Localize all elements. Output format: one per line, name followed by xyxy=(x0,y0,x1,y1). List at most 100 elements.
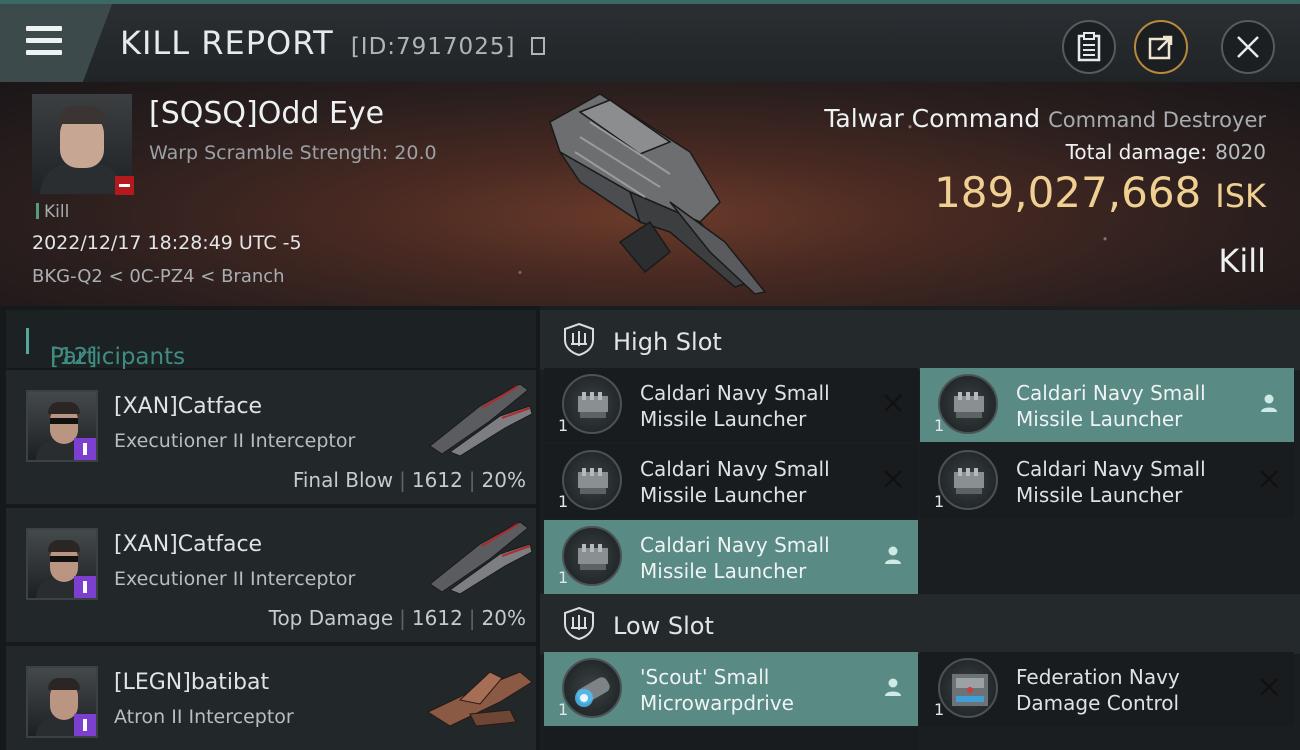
clipboard-icon xyxy=(1077,32,1101,62)
participants-count: [12] xyxy=(50,344,98,370)
participant-ship-image xyxy=(426,671,533,727)
participants-panel: Participants [12] [XAN]Catface Execution… xyxy=(0,306,540,750)
module-quantity: 1 xyxy=(934,416,945,435)
hostile-status-icon xyxy=(115,176,134,195)
close-icon xyxy=(1237,36,1259,58)
dropped-person-icon xyxy=(885,678,901,696)
missile-launcher-icon xyxy=(562,526,622,586)
module-quantity: 1 xyxy=(558,700,569,719)
high-slot-label: High Slot xyxy=(613,328,722,356)
missile-launcher-icon xyxy=(562,450,622,510)
participant-ship-image xyxy=(429,521,533,595)
clipboard-button[interactable] xyxy=(1062,20,1116,74)
victim-name[interactable]: [SQSQ]Odd Eye xyxy=(149,96,384,131)
isk-amount: 189,027,668 xyxy=(934,168,1202,217)
title-text: KILL REPORT xyxy=(120,24,334,62)
share-icon xyxy=(1148,35,1173,60)
fleet-member-icon xyxy=(74,714,96,736)
participant-name: [LEGN]batibat xyxy=(114,670,270,695)
kill-summary-banner: [SQSQ]Odd Eye Warp Scramble Strength: 20… xyxy=(0,82,1300,306)
module-name: Caldari Navy Small Missile Launcher xyxy=(640,533,830,583)
missile-launcher-icon xyxy=(938,374,998,434)
module-quantity: 1 xyxy=(934,700,945,719)
ship-class-text: Command Destroyer xyxy=(1048,108,1266,132)
victim-ship-image[interactable] xyxy=(520,82,790,306)
missile-launcher-icon xyxy=(938,450,998,510)
module-name: Caldari Navy Small Missile Launcher xyxy=(1016,381,1206,431)
module-item[interactable]: 1 'Scout' Small Microwarpdrive xyxy=(544,652,918,726)
missile-launcher-icon xyxy=(562,374,622,434)
participant-ship: Executioner II Interceptor xyxy=(114,430,356,452)
participant-row[interactable]: [XAN]Catface Executioner II Interceptor … xyxy=(6,508,536,642)
participant-damage: 1612 xyxy=(411,606,463,630)
participant-stats: Final Blow | 1612 | 20% xyxy=(292,468,526,492)
module-name: Caldari Navy Small Missile Launcher xyxy=(640,381,830,431)
kill-type-tag: Kill xyxy=(36,202,69,222)
module-quantity: 1 xyxy=(558,568,569,587)
module-item[interactable]: 1 Federation Navy Damage Control xyxy=(920,652,1294,726)
destroyed-icon xyxy=(1260,678,1278,696)
fleet-member-icon xyxy=(74,576,96,598)
participant-role: Top Damage xyxy=(268,606,394,630)
module-name: 'Scout' Small Microwarpdrive xyxy=(640,665,794,715)
destroyed-icon xyxy=(884,470,902,488)
module-item[interactable]: 1 Caldari Navy Small Missile Launcher xyxy=(920,444,1294,518)
module-quantity: 1 xyxy=(934,492,945,511)
kill-result-label: Kill xyxy=(1218,242,1266,280)
isk-value: 189,027,668 ISK xyxy=(934,168,1266,217)
share-button[interactable] xyxy=(1134,20,1188,74)
participants-header[interactable]: Participants [12] xyxy=(6,310,536,370)
title-bar: KILL REPORT [ID:7917025] xyxy=(0,0,1300,82)
damage-control-icon xyxy=(938,658,998,718)
participant-name: [XAN]Catface xyxy=(114,532,263,557)
destroyed-icon xyxy=(884,394,902,412)
isk-unit: ISK xyxy=(1215,177,1266,215)
participant-role: Final Blow xyxy=(292,468,394,492)
participant-damage: 1612 xyxy=(411,468,463,492)
participant-name: [XAN]Catface xyxy=(114,394,263,419)
ship-name-text: Talwar Command xyxy=(824,104,1041,133)
victim-ship-name[interactable]: Talwar Command Command Destroyer xyxy=(824,104,1266,133)
low-slot-icon xyxy=(564,606,594,640)
menu-button[interactable] xyxy=(0,4,112,82)
module-name: Caldari Navy Small Missile Launcher xyxy=(1016,457,1206,507)
module-item-partial[interactable] xyxy=(544,728,918,750)
kill-location[interactable]: BKG-Q2 < 0C-PZ4 < Branch xyxy=(32,266,285,287)
module-item[interactable]: 1 Caldari Navy Small Missile Launcher xyxy=(544,520,918,594)
high-slot-header: High Slot xyxy=(540,310,1300,370)
total-damage-value: 8020 xyxy=(1215,140,1266,164)
participant-row[interactable]: [LEGN]batibat Atron II Interceptor xyxy=(6,646,536,750)
fleet-member-icon xyxy=(74,438,96,460)
participant-stats: Top Damage | 1612 | 20% xyxy=(268,606,526,630)
close-button[interactable] xyxy=(1221,20,1275,74)
module-quantity: 1 xyxy=(558,492,569,511)
module-quantity: 1 xyxy=(558,416,569,435)
kill-timestamp: 2022/12/17 18:28:49 UTC -5 xyxy=(32,232,302,254)
total-damage-label: Total damage: xyxy=(1065,140,1208,164)
module-item[interactable]: 1 Caldari Navy Small Missile Launcher xyxy=(544,368,918,442)
participant-row[interactable]: [XAN]Catface Executioner II Interceptor … xyxy=(6,370,536,504)
hamburger-menu-icon xyxy=(26,26,62,56)
copy-icon[interactable] xyxy=(530,37,545,55)
module-item[interactable]: 1 Caldari Navy Small Missile Launcher xyxy=(544,444,918,518)
participant-ship: Executioner II Interceptor xyxy=(114,568,356,590)
page-title: KILL REPORT [ID:7917025] xyxy=(120,24,545,62)
module-name: Caldari Navy Small Missile Launcher xyxy=(640,457,830,507)
report-id: [ID:7917025] xyxy=(350,34,516,60)
participant-ship-image xyxy=(429,383,533,457)
dropped-person-icon xyxy=(1261,394,1277,412)
low-slot-header: Low Slot xyxy=(540,594,1300,654)
high-slot-icon xyxy=(564,322,594,356)
destroyed-icon xyxy=(1260,470,1278,488)
victim-subtitle: Warp Scramble Strength: 20.0 xyxy=(149,142,437,164)
module-name: Federation Navy Damage Control xyxy=(1016,665,1180,715)
participant-damage-percent: 20% xyxy=(481,606,526,630)
dropped-person-icon xyxy=(885,546,901,564)
low-slot-label: Low Slot xyxy=(613,612,714,640)
participant-damage-percent: 20% xyxy=(481,468,526,492)
fitting-panel: High Slot 1 Caldari Navy Small Missile La… xyxy=(540,306,1300,750)
participant-ship: Atron II Interceptor xyxy=(114,706,294,728)
total-damage: Total damage: 8020 xyxy=(1066,140,1266,164)
microwarpdrive-icon xyxy=(562,658,622,718)
module-item[interactable]: 1 Caldari Navy Small Missile Launcher xyxy=(920,368,1294,442)
